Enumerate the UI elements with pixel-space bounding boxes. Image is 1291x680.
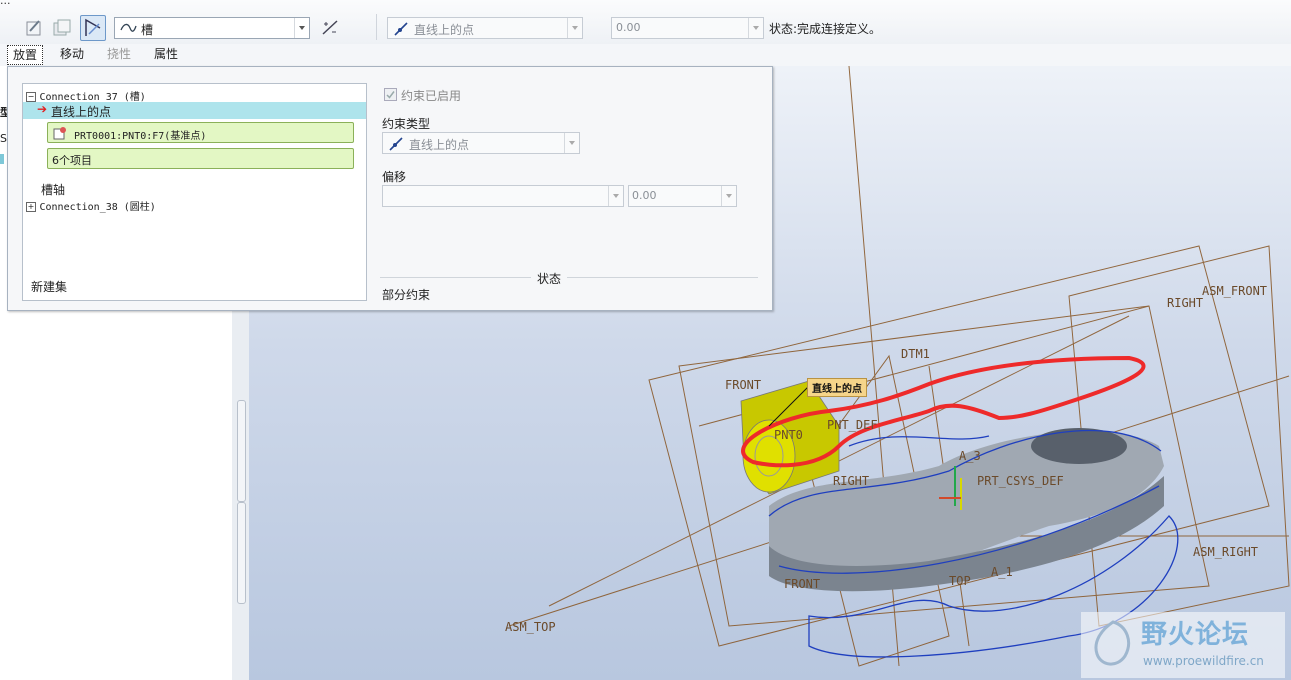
constraint-enabled-checkbox[interactable] [384, 88, 397, 101]
offset-input[interactable]: 0.00 [611, 17, 764, 39]
datum-point-icon [53, 127, 66, 140]
watermark-url: www.proewildfire.cn [1143, 654, 1264, 668]
constraint-enabled-label: 约束已启用 [401, 89, 462, 103]
offset-type-dropdown[interactable] [382, 185, 624, 207]
datum-label: FRONT [784, 577, 821, 591]
constraint-type-value: 直线上的点 [414, 23, 475, 37]
left-pane-fragment: S [0, 132, 7, 145]
dashboard-toolbar: ... 槽 直线上的点 0.00 状态:完成连接定义。 [0, 0, 1291, 44]
tree-row-active-constraint[interactable]: ➔ 直线上的点 [23, 102, 366, 119]
constraint-type-dropdown[interactable]: 直线上的点 [382, 132, 580, 154]
watermark-logo-icon [1094, 620, 1130, 666]
tree-node-slot-axis[interactable]: 槽轴 [41, 181, 65, 198]
flip-icon[interactable] [317, 15, 343, 41]
splitter-grip[interactable] [237, 400, 246, 502]
status-text: 状态:完成连接定义。 [769, 22, 882, 36]
datum-label: RIGHT [833, 474, 870, 488]
status-header: 状态 [531, 270, 568, 287]
datum-label: DTM1 [901, 347, 930, 361]
datum-label: PRT_CSYS_DEF [977, 474, 1064, 488]
copy-set-icon[interactable] [49, 15, 75, 41]
datum-label: PNT_DEF [827, 418, 878, 432]
datum-label: ASM_TOP [505, 620, 556, 634]
tab-properties[interactable]: 属性 [149, 45, 183, 63]
watermark-name: 野火论坛 [1141, 620, 1250, 650]
datum-label: TOP [949, 574, 971, 588]
tab-move[interactable]: 移动 [55, 45, 89, 63]
slot-icon [120, 23, 137, 32]
connection-set-value: 槽 [141, 23, 154, 37]
title-fragment: ... [0, 0, 11, 7]
expand-icon[interactable]: + [26, 202, 36, 212]
tree-node-connection-38[interactable]: + Connection_38 (圆柱) [26, 198, 156, 213]
placement-panel: − Connection_37 (槽) ➔ 直线上的点 PRT0001:PNT0… [7, 66, 773, 311]
offset-value: 0.00 [616, 21, 641, 34]
user-defined-icon[interactable] [21, 15, 47, 41]
splitter-grip[interactable] [237, 502, 246, 604]
tab-flexibility[interactable]: 挠性 [102, 45, 136, 63]
new-set-link[interactable]: 新建集 [31, 278, 67, 295]
chevron-down-icon[interactable] [294, 18, 309, 38]
constraint-type-select[interactable]: 直线上的点 [387, 17, 583, 39]
chevron-down-icon[interactable] [564, 133, 579, 153]
selection-marker [0, 154, 4, 164]
reference-collector-1[interactable]: PRT0001:PNT0:F7(基准点) [47, 122, 354, 143]
status-divider [380, 277, 758, 278]
reference-collector-2[interactable]: 6个项目 [47, 148, 354, 169]
datum-label: PNT0 [774, 428, 803, 442]
offset-label: 偏移 [382, 170, 407, 184]
chevron-down-icon[interactable] [748, 18, 763, 38]
datum-label: RIGHT [1167, 296, 1204, 310]
datum-label: ASM_FRONT [1202, 284, 1268, 298]
datum-label: FRONT [725, 378, 762, 392]
datum-label: ASM_RIGHT [1193, 545, 1259, 559]
point-on-line-icon [394, 22, 408, 36]
datum-label: A_3 [959, 449, 981, 463]
chevron-down-icon[interactable] [721, 186, 736, 206]
tab-placement[interactable]: 放置 [7, 45, 44, 65]
watermark: 野火论坛 www.proewildfire.cn [1081, 612, 1285, 678]
collapse-icon[interactable]: − [26, 92, 36, 102]
connection-type-icon[interactable] [80, 15, 106, 41]
chevron-down-icon[interactable] [567, 18, 582, 38]
tree-node-connection-37[interactable]: − Connection_37 (槽) [26, 88, 146, 103]
constraint-type-label: 约束类型 [382, 117, 431, 131]
connection-set-select[interactable]: 槽 [114, 17, 310, 39]
chevron-down-icon[interactable] [608, 186, 623, 206]
arrow-right-icon: ➔ [37, 102, 48, 116]
constraint-tree: − Connection_37 (槽) ➔ 直线上的点 PRT0001:PNT0… [22, 83, 367, 301]
status-value: 部分约束 [382, 288, 431, 302]
point-on-line-icon [389, 137, 403, 151]
callout-label: 直线上的点 [807, 378, 867, 397]
offset-value-input[interactable]: 0.00 [628, 185, 737, 207]
datum-label: A_1 [991, 565, 1013, 579]
